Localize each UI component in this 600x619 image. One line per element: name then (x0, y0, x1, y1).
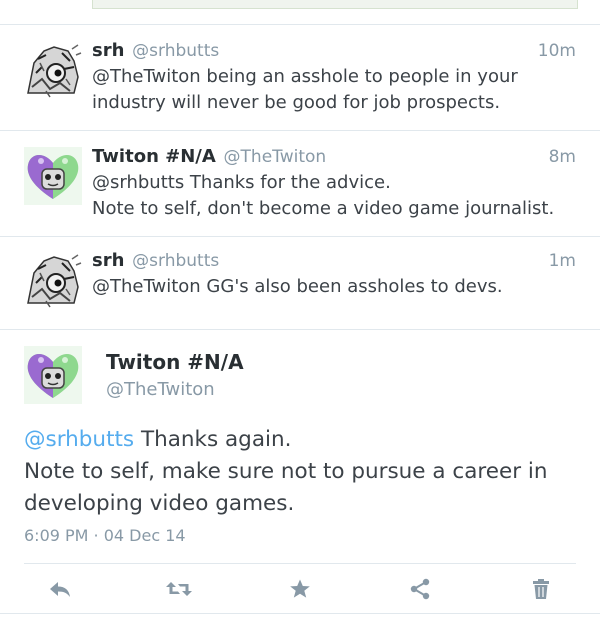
tweet-text-line: @srhbutts Thanks for the advice. (92, 172, 391, 193)
avatar[interactable] (24, 253, 82, 311)
retweet-icon[interactable] (164, 574, 194, 604)
detail-tweet-text: @srhbutts Thanks again. Note to self, ma… (24, 424, 574, 520)
tweet-timestamp: 6:09 PM · 04 Dec 14 (24, 526, 186, 545)
tweet-text-line: @TheTwiton GG's also been assholes to de… (92, 276, 503, 297)
previous-tweet-preview (92, 0, 578, 9)
tweet-header: Twiton #N/A @TheTwiton (92, 146, 326, 167)
user-handle[interactable]: @srhbutts (132, 41, 219, 61)
avatar[interactable] (24, 346, 82, 404)
reply-icon[interactable] (45, 574, 75, 604)
tweet-time: 10m (537, 41, 576, 61)
avatar[interactable] (24, 147, 82, 205)
tweet-item[interactable]: srh @srhbutts 1m @TheTwiton GG's also be… (0, 237, 600, 330)
share-icon[interactable] (405, 574, 435, 604)
tweet-text-line: @TheTwiton being an asshole to people in… (92, 66, 518, 87)
tweet-text: @TheTwiton GG's also been assholes to de… (92, 274, 572, 300)
tweet-actions-bar (24, 563, 576, 614)
detail-user-handle[interactable]: @TheTwiton (106, 379, 215, 400)
previous-tweet-snippet (0, 0, 600, 25)
tweet-text: @TheTwiton being an asshole to people in… (92, 64, 572, 116)
divider (0, 613, 600, 614)
tweet-text-line: Note to self, don't become a video game … (92, 198, 555, 219)
tweet-text-line: industry will never be good for job pros… (92, 92, 501, 113)
favorite-icon[interactable] (285, 574, 315, 604)
detail-text-line: Note to self, make sure not to pursue a … (24, 459, 548, 484)
user-name[interactable]: srh (92, 250, 124, 271)
user-handle[interactable]: @srhbutts (132, 251, 219, 271)
user-handle[interactable]: @TheTwiton (224, 147, 327, 167)
tweet-time: 8m (548, 147, 576, 167)
tweet-item[interactable]: srh @srhbutts 10m @TheTwiton being an as… (0, 25, 600, 131)
user-name[interactable]: Twiton #N/A (92, 146, 216, 167)
tweet-header: srh @srhbutts (92, 250, 219, 271)
delete-icon[interactable] (526, 574, 556, 604)
user-name[interactable]: srh (92, 40, 124, 61)
tweet-item[interactable]: Twiton #N/A @TheTwiton 8m @srhbutts Than… (0, 131, 600, 237)
tweet-header: srh @srhbutts (92, 40, 219, 61)
detail-text-line: developing video games. (24, 491, 295, 516)
detail-text-part: Thanks again. (134, 427, 292, 452)
avatar[interactable] (24, 43, 82, 101)
mention-link[interactable]: @srhbutts (24, 427, 134, 452)
tweet-text: @srhbutts Thanks for the advice. Note to… (92, 170, 582, 222)
tweet-time: 1m (548, 251, 576, 271)
detail-user-name[interactable]: Twiton #N/A (106, 350, 244, 374)
